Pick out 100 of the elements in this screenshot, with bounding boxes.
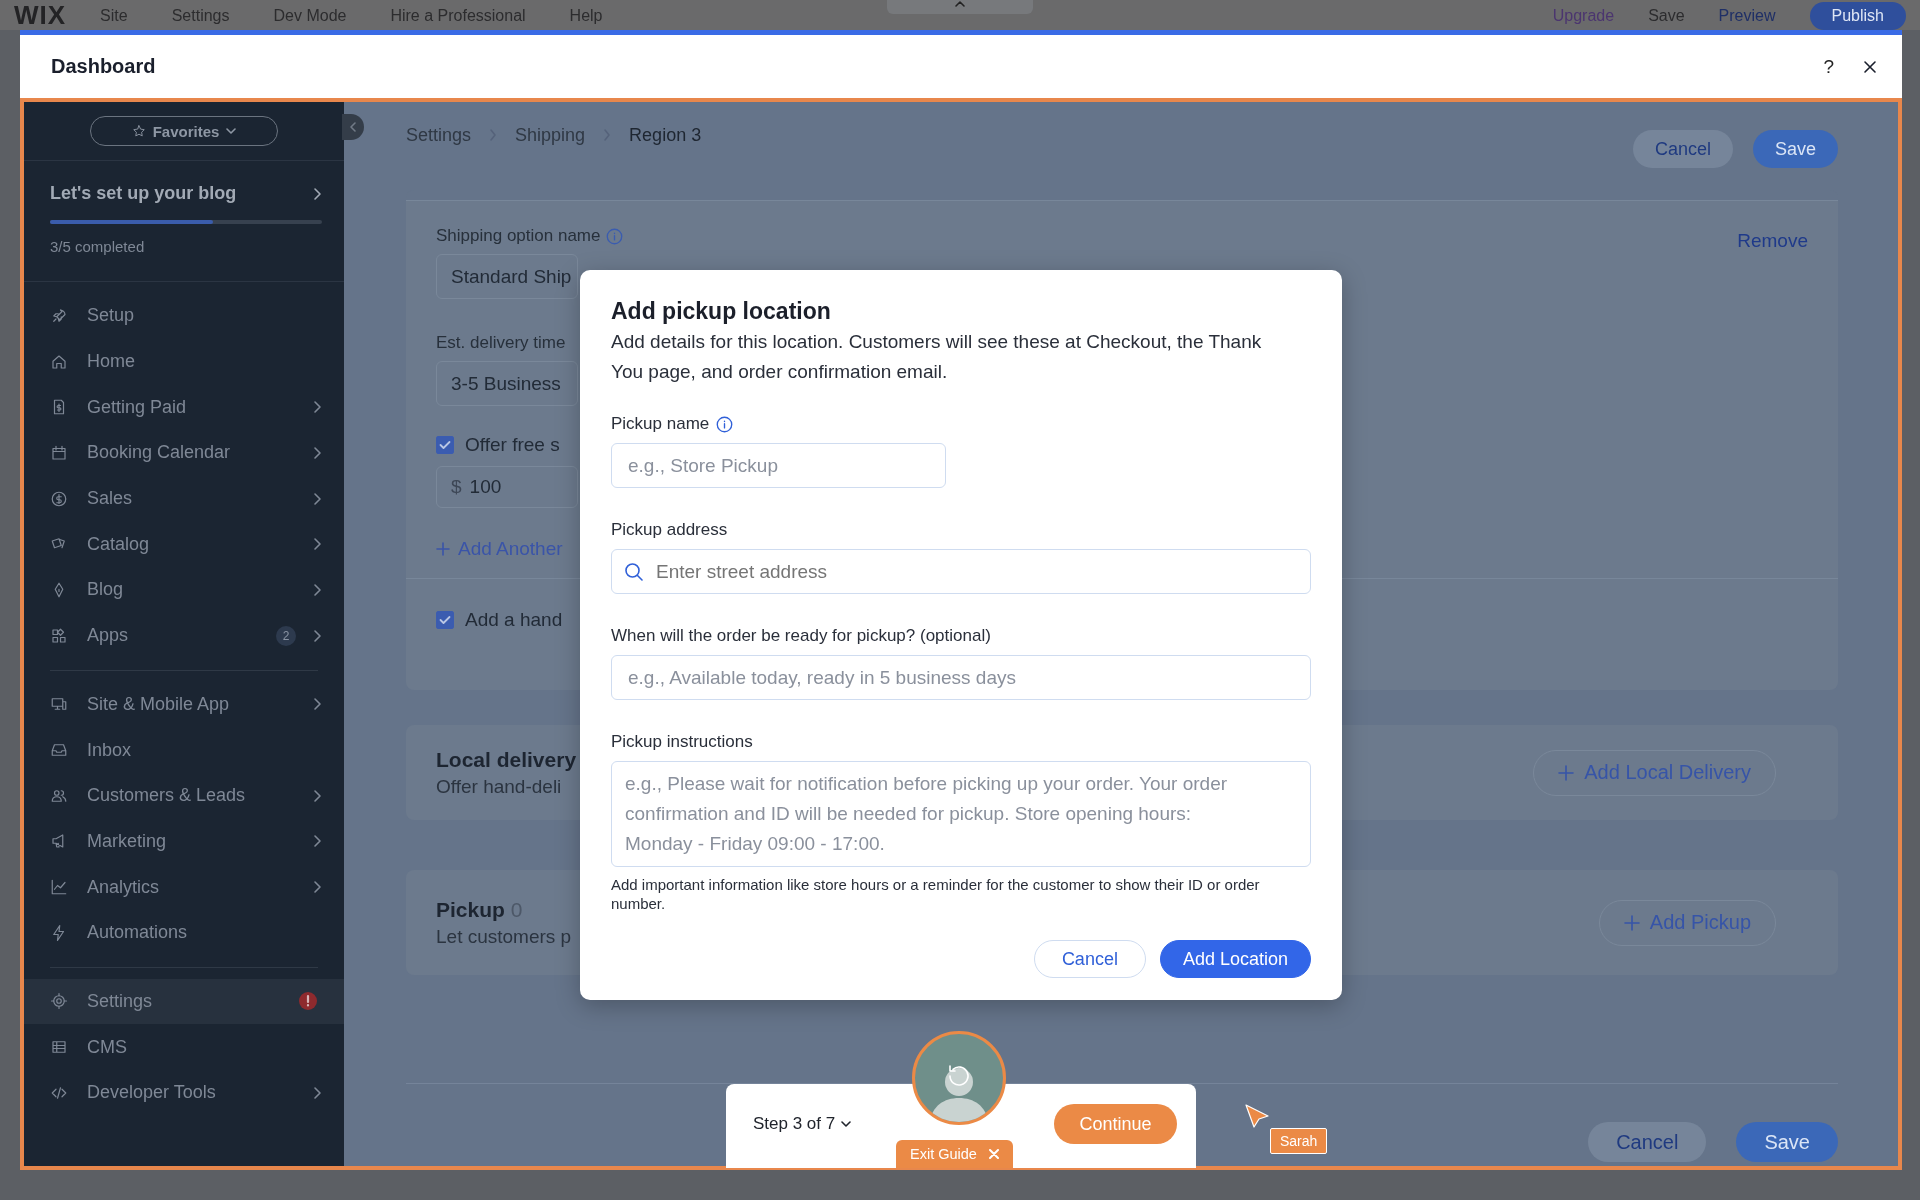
search-icon (624, 561, 644, 582)
sidebar-item[interactable]: Getting Paid (24, 384, 344, 431)
cancel-button[interactable]: Cancel (1588, 1122, 1707, 1162)
setup-title[interactable]: Let's set up your blog (50, 183, 237, 204)
sidebar-item[interactable]: Analytics (24, 864, 344, 910)
checkbox-label: Add a hand (465, 609, 563, 631)
field-label: When will the order be ready for pickup? (optional) (611, 625, 991, 647)
menu-item[interactable]: Settings (171, 6, 230, 25)
menu-item[interactable]: Site (100, 6, 128, 25)
checkbox[interactable] (436, 611, 454, 629)
continue-button[interactable]: Continue (1054, 1104, 1177, 1144)
card-subtitle: Offer hand-deli (436, 775, 563, 798)
add-location-button[interactable]: Add Location (1159, 940, 1311, 978)
close-icon (1862, 58, 1878, 75)
save-link[interactable]: Save (1648, 6, 1685, 25)
sidebar-item[interactable]: Settings (24, 978, 344, 1025)
breadcrumb-link[interactable]: Shipping (515, 124, 586, 146)
sidebar-item[interactable]: Booking Calendar (24, 430, 344, 476)
chevron-right-icon (312, 880, 322, 895)
dialog-title: Add pickup location (611, 297, 832, 326)
breadcrumb-link[interactable]: Region 3 (629, 124, 702, 146)
sidebar-item[interactable]: Inbox (24, 727, 344, 773)
sidebar-item[interactable]: CMS (24, 1024, 344, 1070)
cursor-arrow-icon (1243, 1102, 1271, 1130)
sidebar-item[interactable]: Catalog (24, 521, 344, 568)
sidebar-item[interactable]: Customers & Leads (24, 772, 344, 819)
field-label: Est. delivery time (436, 333, 566, 353)
chevron-right-icon (312, 1085, 322, 1100)
star-icon (131, 124, 146, 138)
chevron-right-icon (312, 697, 322, 712)
menu-item[interactable]: Help (569, 6, 603, 25)
chevron-down-icon (226, 127, 237, 135)
cancel-button[interactable]: Cancel (1632, 130, 1733, 168)
text-field[interactable]: e.g., Available today, ready in 5 business days (611, 655, 1311, 700)
plus-icon (1558, 764, 1575, 781)
sidebar-item[interactable]: Home (24, 338, 344, 385)
panel-toggle-tab[interactable] (887, 0, 1033, 14)
field-label: Pickup address (611, 519, 728, 541)
save-button[interactable]: Save (1752, 130, 1838, 168)
field-label: Shipping option name (436, 226, 601, 246)
card-subtitle: Let customers p (436, 925, 572, 948)
chevron-right-icon (312, 491, 322, 506)
collapse-button[interactable] (342, 114, 364, 140)
sidebar-item[interactable]: Setup (24, 293, 344, 339)
chevron-right-icon (312, 445, 322, 460)
dialog-description: Add details for this location. Customers will see these at Checkout, the Thank You page, and order confirmation email. (611, 330, 1263, 384)
info-icon (606, 227, 624, 245)
chevron-left-icon (349, 121, 357, 133)
user-name-tag: Sarah (1270, 1128, 1328, 1154)
sidebar-item[interactable]: Site & Mobile App (24, 681, 344, 728)
card-title: Pickup (436, 897, 505, 921)
chevron-up-icon (954, 0, 966, 8)
card-title: Local delivery (436, 747, 577, 772)
window-title: Dashboard (51, 55, 157, 78)
calendar-icon (50, 443, 68, 462)
chevron-down-icon (841, 1120, 852, 1128)
sidebar-item[interactable]: Automations (24, 909, 344, 956)
sidebar-item[interactable]: Apps 2 (24, 612, 344, 659)
menu-item[interactable]: Dev Mode (273, 6, 347, 25)
wix-logo: WIX (14, 0, 67, 31)
checkbox-label: Offer free s (465, 434, 560, 456)
sidebar-item[interactable]: Marketing (24, 818, 344, 865)
save-button[interactable]: Save (1736, 1122, 1838, 1162)
publish-button[interactable]: Publish (1809, 1, 1906, 30)
address-field[interactable]: Enter street address (611, 549, 1311, 594)
instructions-field[interactable]: e.g., Please wait for notification before picking up your order. Your order confirmation and ID will be needed for pickup. Store opening hours: Monday - Friday 09:00 - 17:00. (611, 761, 1311, 867)
chevron-right-icon (312, 582, 322, 597)
sidebar-item[interactable]: Sales (24, 475, 344, 522)
helper-text: Add important information like store hours or a reminder for the customer to show their ID or order number. (611, 875, 1261, 913)
cancel-button[interactable]: Cancel (1033, 940, 1146, 978)
checkbox[interactable] (436, 436, 454, 454)
text-field[interactable]: e.g., Store Pickup (611, 443, 946, 488)
apps-grid-icon (50, 626, 68, 645)
text-field[interactable]: Standard Ship (436, 254, 578, 299)
menu-item[interactable]: Hire a Professional (390, 6, 526, 25)
plus-icon (436, 542, 450, 556)
help-button[interactable]: ? (1823, 55, 1834, 78)
preview-link[interactable]: Preview (1718, 6, 1776, 25)
count-badge: 2 (276, 625, 296, 646)
amount-input[interactable]: 100 (469, 476, 530, 498)
chevron-right-icon (312, 834, 322, 849)
chevron-right-icon (312, 537, 322, 552)
plus-icon (1623, 914, 1640, 931)
chevron-right-icon (312, 788, 322, 803)
chevron-right-icon (312, 628, 322, 643)
text-field[interactable]: 3-5 Business (436, 361, 578, 406)
field-label: Pickup name (611, 413, 710, 435)
field-label: Pickup instructions (611, 731, 753, 753)
dollar-icon (50, 489, 68, 508)
line-chart-icon (50, 878, 68, 897)
amount-field[interactable]: $ 100 (436, 466, 578, 508)
sidebar-item[interactable]: Developer Tools (24, 1070, 344, 1116)
chevron-right-icon (312, 400, 322, 415)
exit-guide-button[interactable]: Exit Guide (896, 1140, 1013, 1168)
step-dropdown[interactable]: Step 3 of 7 (753, 1114, 852, 1134)
sidebar-item[interactable]: Blog (24, 567, 344, 613)
progress-text: 3/5 completed (50, 238, 146, 255)
remove-link[interactable]: Remove (1737, 230, 1808, 252)
close-icon (988, 1149, 999, 1159)
breadcrumb-link[interactable]: Settings (406, 124, 472, 146)
